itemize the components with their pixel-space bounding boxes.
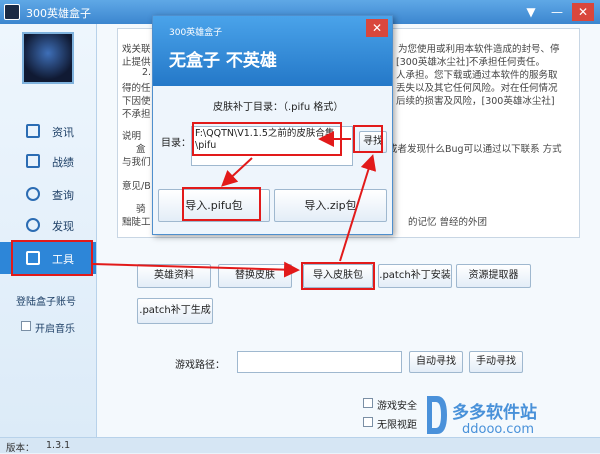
annotation-arrows xyxy=(92,131,377,278)
arrow-import-to-find xyxy=(339,154,377,262)
arrow-path-to-pifu xyxy=(221,157,253,187)
arrow-tools-to-import xyxy=(92,261,300,278)
